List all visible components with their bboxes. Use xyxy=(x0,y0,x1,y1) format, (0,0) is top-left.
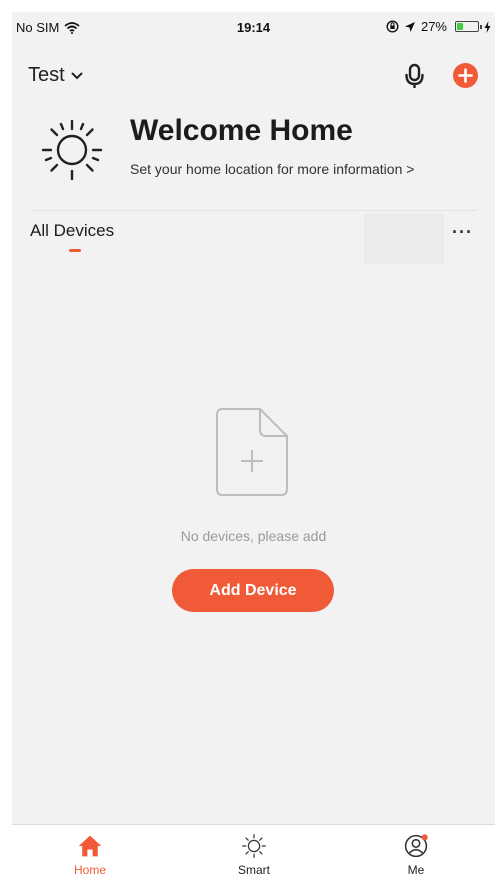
bottom-nav: Home Smart Me xyxy=(12,824,495,876)
add-icon[interactable] xyxy=(453,63,478,88)
sun-icon xyxy=(41,119,103,181)
user-icon xyxy=(404,834,428,858)
active-tab-indicator xyxy=(69,249,81,252)
charging-bolt-icon xyxy=(484,20,491,33)
welcome-banner: Welcome Home Set your home location for … xyxy=(12,112,495,200)
empty-state-message: No devices, please add xyxy=(180,528,327,544)
nav-me-label: Me xyxy=(407,863,425,876)
location-arrow-icon xyxy=(404,21,415,32)
app-screen: No SIM 19:14 27% Test Welcome Home Set y… xyxy=(12,12,495,876)
nav-smart-label: Smart xyxy=(237,863,270,876)
battery-level xyxy=(457,23,463,30)
status-right: 27% xyxy=(386,19,491,34)
home-name: Test xyxy=(28,64,65,86)
welcome-title: Welcome Home xyxy=(130,114,353,147)
tab-all-devices[interactable]: All Devices xyxy=(30,221,114,241)
battery-percent: 27% xyxy=(420,19,447,34)
home-icon xyxy=(78,835,102,857)
nav-home-label: Home xyxy=(73,863,106,876)
status-bar: No SIM 19:14 27% xyxy=(12,12,495,42)
set-location-link[interactable]: Set your home location for more informat… xyxy=(130,161,414,177)
battery-icon xyxy=(455,21,482,32)
nav-home[interactable]: Home xyxy=(50,825,130,876)
divider xyxy=(30,210,477,211)
tab-scroll-fade xyxy=(364,214,444,264)
microphone-icon[interactable] xyxy=(402,62,428,90)
app-header: Test xyxy=(12,52,495,100)
sun-icon xyxy=(242,834,266,858)
rotation-lock-icon xyxy=(386,20,399,33)
nav-me[interactable]: Me xyxy=(376,825,456,876)
empty-document-icon xyxy=(216,408,288,496)
more-options-button[interactable]: ··· xyxy=(452,222,482,242)
nav-smart[interactable]: Smart xyxy=(214,825,294,876)
add-device-button[interactable]: Add Device xyxy=(172,569,334,612)
notification-dot xyxy=(421,834,428,841)
home-selector[interactable]: Test xyxy=(28,64,83,87)
chevron-down-icon xyxy=(71,72,83,79)
